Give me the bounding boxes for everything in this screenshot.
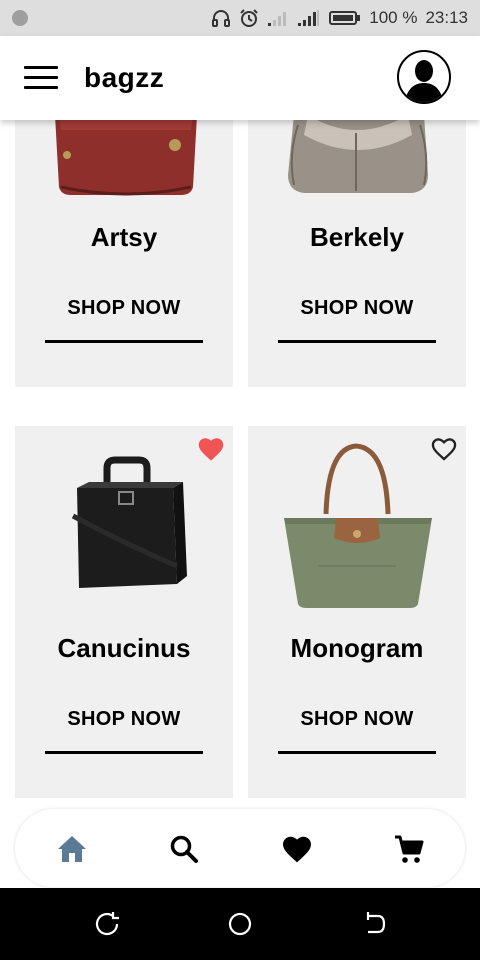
shop-now-button[interactable]: SHOP NOW <box>248 297 466 320</box>
shop-now-underline <box>45 751 203 754</box>
heart-filled-icon[interactable] <box>197 436 225 462</box>
signal-weak-icon <box>268 12 287 26</box>
nav-favorites-button[interactable] <box>277 829 317 869</box>
system-navigation-bar <box>0 888 480 960</box>
product-grid: Artsy SHOP NOW Berkely SHOP NOW Canucinu <box>0 120 480 800</box>
berkely-bag-image <box>288 120 428 193</box>
app-bar: bagzz <box>0 36 480 120</box>
recent-apps-icon[interactable] <box>93 910 121 938</box>
product-name: Berkely <box>310 222 404 252</box>
nav-cart-button[interactable] <box>389 829 429 869</box>
product-card-canucinus[interactable]: Canucinus SHOP NOW <box>15 426 233 798</box>
shop-now-underline <box>278 340 436 343</box>
battery-icon <box>329 11 361 25</box>
product-name: Monogram <box>290 633 424 663</box>
nav-home-button[interactable] <box>52 829 92 869</box>
status-icons: 100 % 23:13 <box>211 0 468 36</box>
shop-now-underline <box>45 340 203 343</box>
heart-icon <box>283 836 311 863</box>
product-card-berkely[interactable]: Berkely SHOP NOW <box>248 120 466 387</box>
artsy-bag-image <box>55 120 197 196</box>
nav-search-button[interactable] <box>164 829 204 869</box>
signal-strong-icon <box>298 10 320 26</box>
app-title: bagzz <box>84 62 165 93</box>
user-silhouette-icon <box>405 60 443 102</box>
home-icon <box>58 836 86 862</box>
back-icon[interactable] <box>360 910 388 938</box>
battery-percent: 100 % <box>369 8 418 27</box>
profile-avatar[interactable] <box>397 50 451 104</box>
shop-now-button[interactable]: SHOP NOW <box>15 708 233 731</box>
alarm-icon <box>240 9 258 27</box>
status-bar: 100 % 23:13 <box>0 0 480 36</box>
product-name: Canucinus <box>57 633 191 663</box>
clock: 23:13 <box>425 8 468 27</box>
heart-outline-icon[interactable] <box>430 436 458 462</box>
shop-now-button[interactable]: SHOP NOW <box>248 708 466 731</box>
shop-now-button[interactable]: SHOP NOW <box>15 297 233 320</box>
bottom-navigation <box>14 808 466 888</box>
shop-now-underline <box>278 751 436 754</box>
home-circle-icon[interactable] <box>226 910 254 938</box>
hamburger-menu-icon[interactable] <box>22 66 62 92</box>
headphones-icon <box>212 10 231 27</box>
search-icon <box>170 835 198 863</box>
product-name: Artsy <box>90 222 158 252</box>
product-card-artsy[interactable]: Artsy SHOP NOW <box>15 120 233 387</box>
notification-dot-icon <box>12 10 28 26</box>
cart-icon <box>395 835 424 863</box>
product-card-monogram[interactable]: Monogram SHOP NOW <box>248 426 466 798</box>
